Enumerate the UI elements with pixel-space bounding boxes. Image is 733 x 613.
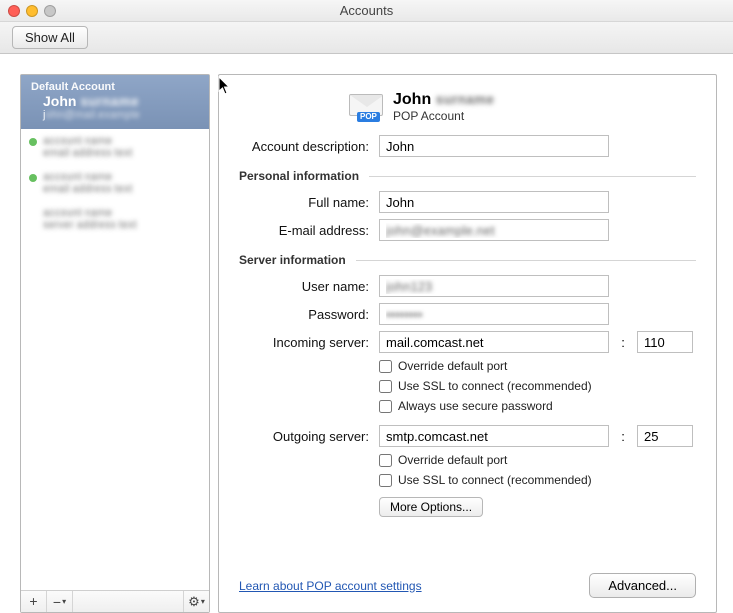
more-options-button[interactable]: More Options... — [379, 497, 483, 517]
password-label: Password: — [239, 307, 369, 322]
port-separator: : — [619, 429, 627, 444]
learn-pop-link[interactable]: Learn about POP account settings — [239, 579, 422, 593]
account-list: Default Account John surname john@mail.e… — [21, 75, 209, 590]
incoming-server-input[interactable] — [379, 331, 609, 353]
account-item-detail: server address text — [43, 219, 137, 231]
outgoing-label: Outgoing server: — [239, 429, 369, 444]
description-label: Account description: — [239, 139, 369, 154]
incoming-ssl-checkbox[interactable] — [379, 380, 392, 393]
divider — [369, 176, 696, 177]
divider — [356, 260, 696, 261]
account-detail-panel: POP John surname POP Account Account des… — [218, 74, 717, 613]
toolbar: Show All — [0, 22, 733, 54]
password-input[interactable] — [379, 303, 609, 325]
mail-icon: POP — [349, 94, 383, 120]
pop-badge: POP — [357, 112, 380, 122]
incoming-override-port-label: Override default port — [398, 359, 507, 373]
username-label: User name: — [239, 279, 369, 294]
show-all-button[interactable]: Show All — [12, 26, 88, 49]
fullname-label: Full name: — [239, 195, 369, 210]
gear-icon: ⚙ — [188, 592, 200, 612]
email-input[interactable] — [379, 219, 609, 241]
outgoing-ssl-checkbox[interactable] — [379, 474, 392, 487]
account-item[interactable]: account name server address text — [21, 201, 209, 237]
account-item-detail: email address text — [43, 183, 132, 195]
account-header: POP John surname POP Account — [349, 91, 696, 123]
port-separator: : — [619, 335, 627, 350]
outgoing-override-port-label: Override default port — [398, 453, 507, 467]
sidebar-settings-button[interactable]: ⚙▾ — [183, 591, 209, 612]
email-label: E-mail address: — [239, 223, 369, 238]
account-item[interactable]: account name email address text — [21, 129, 209, 165]
account-item-name: account name — [43, 207, 137, 219]
account-item-selected[interactable]: Default Account John surname john@mail.e… — [21, 75, 209, 129]
outgoing-server-input[interactable] — [379, 425, 609, 447]
account-item-name: account name — [43, 171, 132, 183]
account-item-detail: email address text — [43, 147, 132, 159]
account-kind: POP Account — [393, 109, 494, 123]
outgoing-ssl-label: Use SSL to connect (recommended) — [398, 473, 592, 487]
incoming-port-input[interactable] — [637, 331, 693, 353]
incoming-ssl-label: Use SSL to connect (recommended) — [398, 379, 592, 393]
account-item[interactable]: account name email address text — [21, 165, 209, 201]
incoming-label: Incoming server: — [239, 335, 369, 350]
sidebar-footer: + −▾ ⚙▾ — [21, 590, 209, 612]
titlebar: Accounts — [0, 0, 733, 22]
window-title: Accounts — [0, 3, 733, 18]
remove-account-button[interactable]: −▾ — [47, 591, 73, 612]
status-dot-icon — [29, 210, 37, 218]
username-input[interactable] — [379, 275, 609, 297]
secure-password-label: Always use secure password — [398, 399, 553, 413]
outgoing-port-input[interactable] — [637, 425, 693, 447]
server-info-heading: Server information — [239, 253, 346, 267]
status-dot-icon — [29, 138, 37, 146]
incoming-override-port-checkbox[interactable] — [379, 360, 392, 373]
account-display-name: John — [393, 91, 431, 108]
default-account-label: Default Account — [31, 81, 201, 93]
outgoing-override-port-checkbox[interactable] — [379, 454, 392, 467]
advanced-button[interactable]: Advanced... — [589, 573, 696, 598]
accounts-sidebar: Default Account John surname john@mail.e… — [20, 74, 210, 613]
personal-info-heading: Personal information — [239, 169, 359, 183]
account-name: John — [43, 93, 76, 109]
add-account-button[interactable]: + — [21, 591, 47, 612]
secure-password-checkbox[interactable] — [379, 400, 392, 413]
status-dot-icon — [29, 174, 37, 182]
account-item-name: account name — [43, 135, 132, 147]
description-input[interactable] — [379, 135, 609, 157]
fullname-input[interactable] — [379, 191, 609, 213]
